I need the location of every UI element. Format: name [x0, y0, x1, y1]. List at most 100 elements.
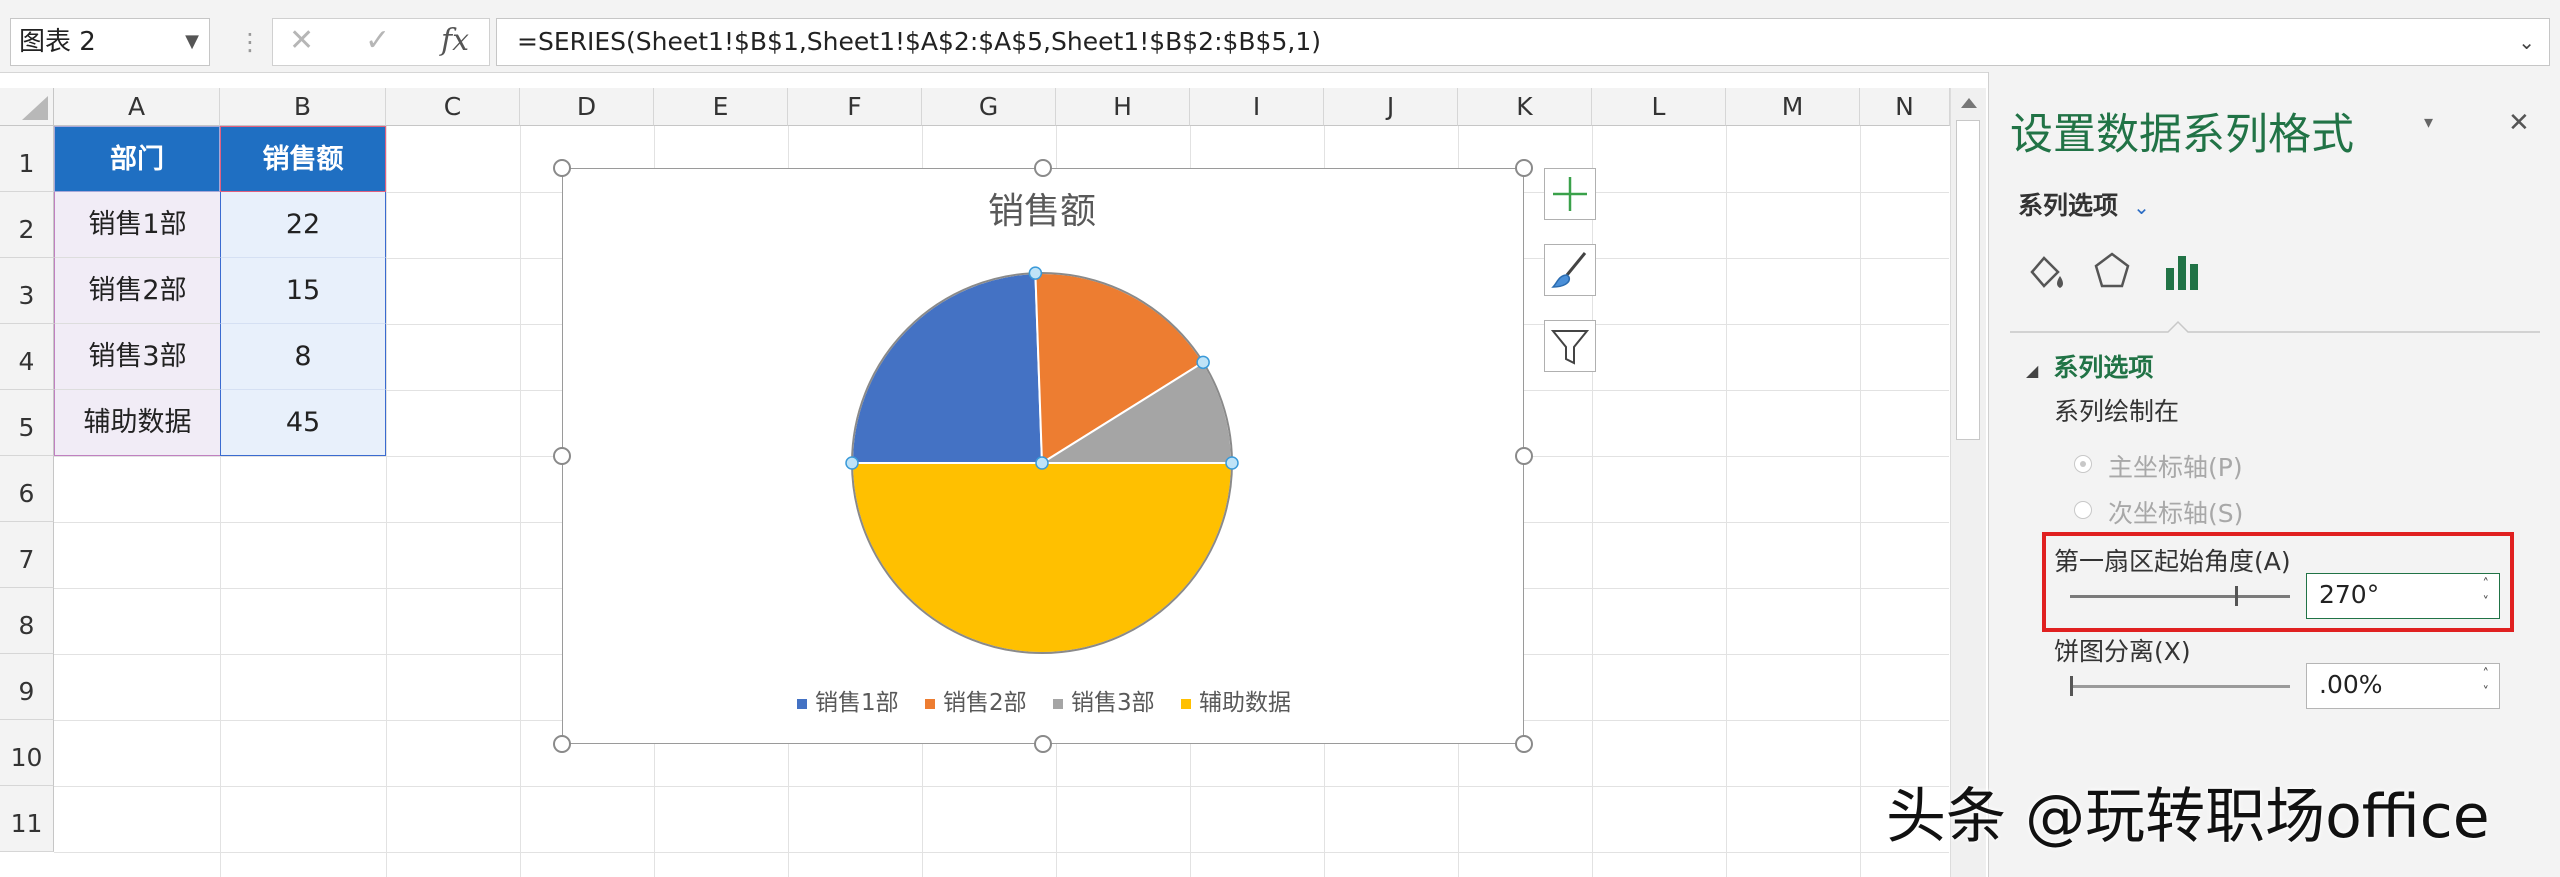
chart-area[interactable]: 销售额 销售1部 销售2部 销售3部 辅助数据	[562, 168, 1524, 744]
chart-elements-button[interactable]	[1544, 168, 1596, 220]
selection-point[interactable]	[1035, 456, 1049, 470]
expand-formula-icon[interactable]: ⌄	[2518, 19, 2535, 65]
column-header-L[interactable]: L	[1592, 88, 1726, 126]
confirm-icon[interactable]: ✓	[365, 23, 390, 58]
chart-styles-button[interactable]	[1544, 244, 1596, 296]
secondary-axis-label: 次坐标轴(S)	[2108, 499, 2244, 528]
row-header-2[interactable]: 2	[0, 192, 54, 258]
column-header-E[interactable]: E	[654, 88, 788, 126]
pie-slice-1[interactable]	[850, 272, 1044, 464]
column-header-D[interactable]: D	[520, 88, 654, 126]
selection-point[interactable]	[1196, 355, 1210, 370]
resize-handle[interactable]	[1515, 159, 1533, 177]
spin-up-icon[interactable]: ˄	[2483, 668, 2490, 682]
row-header-1[interactable]: 1	[0, 126, 54, 192]
formula-text: =SERIES(Sheet1!$B$1,Sheet1!$A$2:$A$5,She…	[517, 27, 1321, 56]
column-header-F[interactable]: F	[788, 88, 922, 126]
table-cell[interactable]: 销售2部	[54, 258, 220, 324]
grid-line	[386, 126, 387, 877]
row-header-8[interactable]: 8	[0, 588, 54, 654]
chart-legend[interactable]: 销售1部 销售2部 销售3部 辅助数据	[797, 690, 1291, 716]
table-cell[interactable]: 22	[220, 192, 386, 258]
table-cell[interactable]: 45	[220, 390, 386, 456]
selection-point[interactable]	[1028, 266, 1043, 280]
table-cell[interactable]: 销售1部	[54, 192, 220, 258]
resize-handle[interactable]	[553, 735, 571, 753]
selection-point[interactable]	[1225, 456, 1239, 470]
pie-explosion-input[interactable]: .00% ˄ ˅	[2306, 663, 2500, 709]
pentagon-icon	[2094, 252, 2130, 288]
secondary-axis-radio[interactable]	[2074, 501, 2092, 519]
column-header-N[interactable]: N	[1860, 88, 1950, 126]
column-header-H[interactable]: H	[1056, 88, 1190, 126]
column-header-G[interactable]: G	[922, 88, 1056, 126]
resize-handle[interactable]	[1034, 159, 1052, 177]
column-header-M[interactable]: M	[1726, 88, 1860, 126]
column-header-B[interactable]: B	[220, 88, 386, 126]
resize-handle[interactable]	[553, 159, 571, 177]
resize-handle[interactable]	[1515, 735, 1533, 753]
column-header-J[interactable]: J	[1324, 88, 1458, 126]
header-cell-sales[interactable]: 销售额	[220, 126, 386, 192]
name-box[interactable]: 图表 2 ▼	[10, 18, 210, 66]
table-cell[interactable]: 销售3部	[54, 324, 220, 390]
select-all-corner[interactable]	[0, 88, 54, 126]
row-header-9[interactable]: 9	[0, 654, 54, 720]
plot-series-on-label: 系列绘制在	[2054, 397, 2180, 426]
row-header-7[interactable]: 7	[0, 522, 54, 588]
row-header-3[interactable]: 3	[0, 258, 54, 324]
pie-explosion-label: 饼图分离(X)	[2054, 637, 2191, 666]
resize-handle[interactable]	[553, 447, 571, 465]
legend-swatch	[797, 699, 807, 709]
column-header-C[interactable]: C	[386, 88, 520, 126]
legend-label: 辅助数据	[1199, 690, 1291, 716]
section-header-series-options[interactable]: ◢ 系列选项	[2026, 348, 2153, 384]
scrollbar-thumb[interactable]	[1956, 120, 1980, 440]
resize-handle[interactable]	[1515, 447, 1533, 465]
legend-entry[interactable]: 销售1部	[797, 690, 899, 716]
column-header-I[interactable]: I	[1190, 88, 1324, 126]
series-options-tab[interactable]	[2160, 250, 2204, 298]
column-header-A[interactable]: A	[54, 88, 220, 126]
chart-title[interactable]: 销售额	[988, 191, 1096, 232]
formula-input[interactable]: =SERIES(Sheet1!$B$1,Sheet1!$A$2:$A$5,She…	[496, 18, 2550, 66]
legend-entry[interactable]: 销售2部	[925, 690, 1027, 716]
selection-point[interactable]	[845, 456, 859, 470]
pie-explosion-slider[interactable]	[2070, 685, 2290, 688]
chart-filters-button[interactable]	[1544, 320, 1596, 372]
row-header-4[interactable]: 4	[0, 324, 54, 390]
resize-handle[interactable]	[1034, 735, 1052, 753]
chevron-down-icon: ⌄	[2133, 195, 2150, 219]
table-cell[interactable]: 15	[220, 258, 386, 324]
slider-thumb[interactable]	[2070, 676, 2073, 696]
radio-dot	[2080, 461, 2086, 467]
section-title: 系列选项	[2053, 353, 2154, 382]
row-header-5[interactable]: 5	[0, 390, 54, 456]
legend-label: 销售2部	[943, 690, 1027, 716]
formula-buttons: ✕ ✓ fx	[272, 18, 490, 66]
legend-entry[interactable]: 辅助数据	[1181, 690, 1291, 716]
formula-bar-grip-icon: ⋮	[238, 28, 262, 56]
row-header-6[interactable]: 6	[0, 456, 54, 522]
pane-options-chevron-icon[interactable]: ▾	[2424, 112, 2433, 133]
chevron-down-icon[interactable]: ▼	[185, 19, 199, 65]
legend-swatch	[1181, 699, 1191, 709]
cancel-icon[interactable]: ✕	[289, 23, 314, 58]
header-cell-department[interactable]: 部门	[54, 126, 220, 192]
insert-function-icon[interactable]: fx	[441, 23, 469, 58]
scroll-up-icon[interactable]	[1951, 88, 1987, 118]
effects-tab[interactable]	[2090, 248, 2134, 296]
table-cell[interactable]: 辅助数据	[54, 390, 220, 456]
row-header-10[interactable]: 10	[0, 720, 54, 786]
column-header-K[interactable]: K	[1458, 88, 1592, 126]
row-header-11[interactable]: 11	[0, 786, 54, 852]
legend-swatch	[1053, 699, 1063, 709]
grid-line	[520, 126, 521, 877]
legend-entry[interactable]: 销售3部	[1053, 690, 1155, 716]
table-cell[interactable]: 8	[220, 324, 386, 390]
series-options-dropdown[interactable]: 系列选项 ⌄	[2018, 186, 2150, 222]
fill-line-tab[interactable]	[2024, 250, 2068, 298]
close-icon[interactable]: ✕	[2508, 108, 2530, 138]
pie-slice-4[interactable]	[850, 462, 1234, 654]
spin-down-icon[interactable]: ˅	[2483, 686, 2490, 700]
